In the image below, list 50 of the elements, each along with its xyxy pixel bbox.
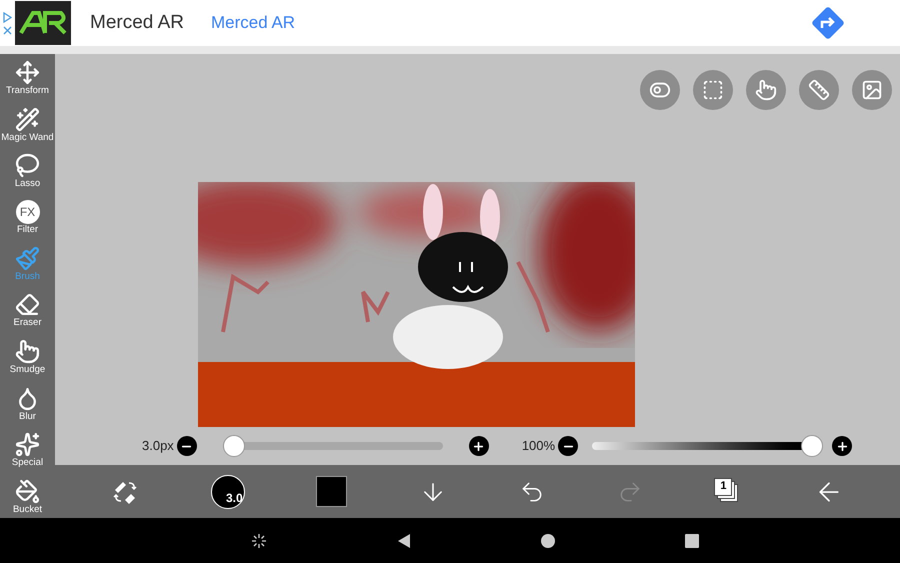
increase-button[interactable] [832, 436, 852, 456]
plus-icon [472, 440, 486, 452]
ad-banner[interactable]: Merced AR Merced AR [0, 0, 900, 54]
back-icon[interactable] [397, 532, 411, 548]
slider-thumb[interactable] [801, 435, 824, 457]
ad-choices-icon[interactable] [3, 12, 12, 22]
close-icon[interactable] [3, 26, 12, 34]
assistant-icon[interactable] [251, 532, 267, 548]
decrease-button[interactable] [558, 436, 578, 456]
canvas-tool-button[interactable] [852, 70, 892, 110]
brush-icon [15, 246, 40, 271]
tool-button[interactable]: Blur [0, 386, 55, 423]
home-icon[interactable] [541, 534, 555, 548]
wand-icon [15, 106, 40, 132]
decrease-button[interactable] [176, 436, 197, 456]
sparkles-icon [15, 432, 40, 458]
tool-button[interactable]: Bucket [0, 478, 55, 516]
eraser-icon [15, 292, 40, 318]
brush-size-reading: 3.0px [142, 437, 174, 456]
brush-size-button[interactable]: 3.0 [210, 474, 245, 508]
tool-button[interactable]: Eraser [0, 292, 55, 330]
tool-button[interactable]: FX Filter [0, 200, 55, 236]
pointer-icon [755, 79, 777, 101]
fx-icon: FX [16, 200, 40, 224]
ruler-icon [808, 79, 830, 101]
lasso-icon [15, 153, 40, 178]
slider-thumb[interactable] [222, 435, 245, 457]
tool-button[interactable]: Smudge [0, 338, 55, 376]
layers-button[interactable]: 1 [714, 478, 742, 506]
pointer-icon [15, 338, 40, 364]
ad-link[interactable]: Merced AR [210, 10, 296, 36]
increase-button[interactable] [468, 436, 489, 456]
paint-bucket-icon [15, 478, 40, 504]
tool-button[interactable]: Special [0, 432, 55, 470]
tool-button[interactable]: Transform [0, 60, 55, 97]
canvas-tool-button[interactable] [693, 70, 733, 110]
plus-icon [836, 440, 849, 452]
tool-button[interactable]: Magic Wand [0, 106, 55, 144]
move-icon [15, 60, 40, 85]
canvas-tool-button[interactable] [799, 70, 839, 110]
opacity-reading: 100% [522, 437, 556, 456]
image-icon [861, 79, 883, 101]
canvas-tool-button[interactable] [640, 70, 680, 110]
canvas-tool-button[interactable] [746, 70, 786, 110]
logo-icon [15, 1, 71, 45]
ad-title: Merced AR [90, 10, 184, 35]
recents-icon[interactable] [685, 534, 699, 548]
tool-button[interactable]: Lasso [0, 153, 55, 190]
dashed-square-icon [702, 79, 724, 101]
color-swatch[interactable] [316, 476, 348, 507]
